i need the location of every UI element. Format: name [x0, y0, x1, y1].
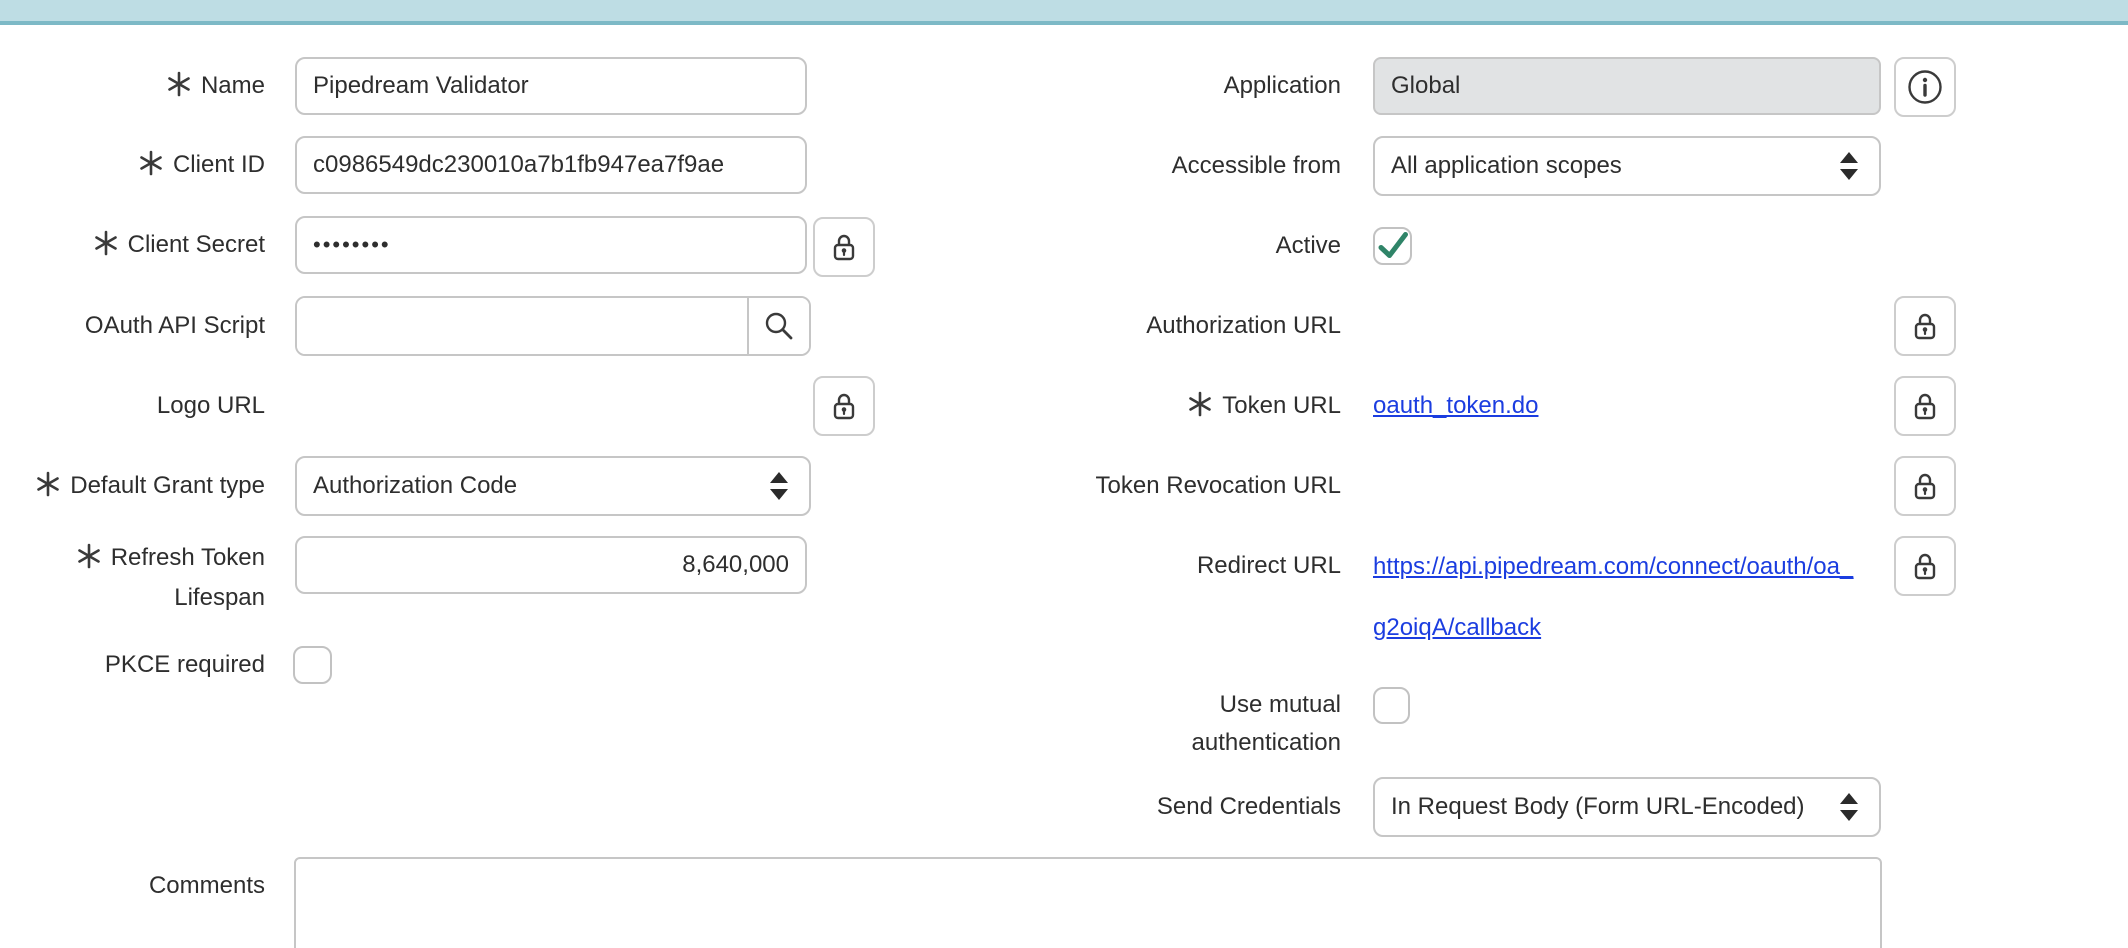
- application-readonly-field: Global: [1373, 57, 1881, 115]
- required-icon: [36, 471, 60, 497]
- client-id-label: Client ID: [0, 136, 265, 194]
- search-icon: [763, 310, 795, 342]
- client-secret-label: Client Secret: [0, 216, 265, 274]
- lock-icon: [831, 390, 857, 422]
- oauth-api-script-label: OAuth API Script: [0, 296, 265, 356]
- token-url-lock-button[interactable]: [1894, 376, 1956, 436]
- oauth-application-registry-form: { "colors": { "topbar_bg": "#bedde4", "t…: [0, 0, 2128, 948]
- use-mutual-authentication-checkbox[interactable]: [1373, 687, 1410, 724]
- lock-icon: [1912, 310, 1938, 342]
- lock-icon: [1912, 470, 1938, 502]
- select-arrows-icon: [1839, 151, 1859, 181]
- redirect-url-lock-button[interactable]: [1894, 536, 1956, 596]
- application-label: Application: [1000, 57, 1341, 115]
- authorization-url-lock-button[interactable]: [1894, 296, 1956, 356]
- pkce-required-label: PKCE required: [0, 646, 265, 684]
- active-label: Active: [1000, 227, 1341, 265]
- required-icon: [1188, 391, 1212, 417]
- accessible-from-label: Accessible from: [1000, 136, 1341, 196]
- redirect-url-label: Redirect URL: [1000, 536, 1341, 596]
- select-arrows-icon: [1839, 792, 1859, 822]
- required-icon: [77, 543, 101, 569]
- default-grant-type-label: Default Grant type: [0, 456, 265, 516]
- info-icon: [1907, 69, 1943, 105]
- default-grant-type-select[interactable]: Authorization Code: [295, 456, 811, 516]
- token-url-label: Token URL: [1000, 376, 1341, 436]
- select-arrows-icon: [769, 471, 789, 501]
- accessible-from-select[interactable]: All application scopes: [1373, 136, 1881, 196]
- refresh-token-lifespan-label: Refresh Token Lifespan: [0, 538, 265, 618]
- comments-textarea[interactable]: [294, 857, 1882, 948]
- checkmark-icon: [1376, 229, 1410, 263]
- send-credentials-select[interactable]: In Request Body (Form URL-Encoded): [1373, 777, 1881, 837]
- send-credentials-label: Send Credentials: [1000, 777, 1341, 837]
- lock-icon: [1912, 390, 1938, 422]
- use-mutual-authentication-label: Use mutual authentication: [1000, 686, 1341, 762]
- client-id-input[interactable]: [295, 136, 807, 194]
- client-secret-lock-button[interactable]: [813, 217, 875, 277]
- client-secret-input[interactable]: [295, 216, 807, 274]
- active-checkbox[interactable]: [1373, 227, 1412, 265]
- required-icon: [94, 230, 118, 256]
- oauth-api-script-input[interactable]: [297, 298, 747, 354]
- logo-url-lock-button[interactable]: [813, 376, 875, 436]
- token-url-link[interactable]: oauth_token.do: [1373, 376, 1538, 436]
- comments-label: Comments: [0, 857, 265, 915]
- oauth-api-script-field: [295, 296, 811, 356]
- form-header-bar: [0, 0, 2128, 25]
- token-revocation-url-label: Token Revocation URL: [1000, 456, 1341, 516]
- pkce-required-checkbox[interactable]: [293, 646, 332, 684]
- lock-icon: [1912, 550, 1938, 582]
- name-input[interactable]: [295, 57, 807, 115]
- logo-url-label: Logo URL: [0, 376, 265, 436]
- required-icon: [167, 71, 191, 97]
- token-revocation-url-lock-button[interactable]: [1894, 456, 1956, 516]
- authorization-url-label: Authorization URL: [1000, 296, 1341, 356]
- refresh-token-lifespan-input[interactable]: [295, 536, 807, 594]
- name-label: Name: [0, 57, 265, 115]
- lock-icon: [831, 231, 857, 263]
- oauth-api-script-lookup-button[interactable]: [747, 298, 809, 354]
- application-info-button[interactable]: [1894, 57, 1956, 117]
- redirect-url-link[interactable]: https://api.pipedream.com/connect/oauth/…: [1373, 536, 1889, 658]
- required-icon: [139, 150, 163, 176]
